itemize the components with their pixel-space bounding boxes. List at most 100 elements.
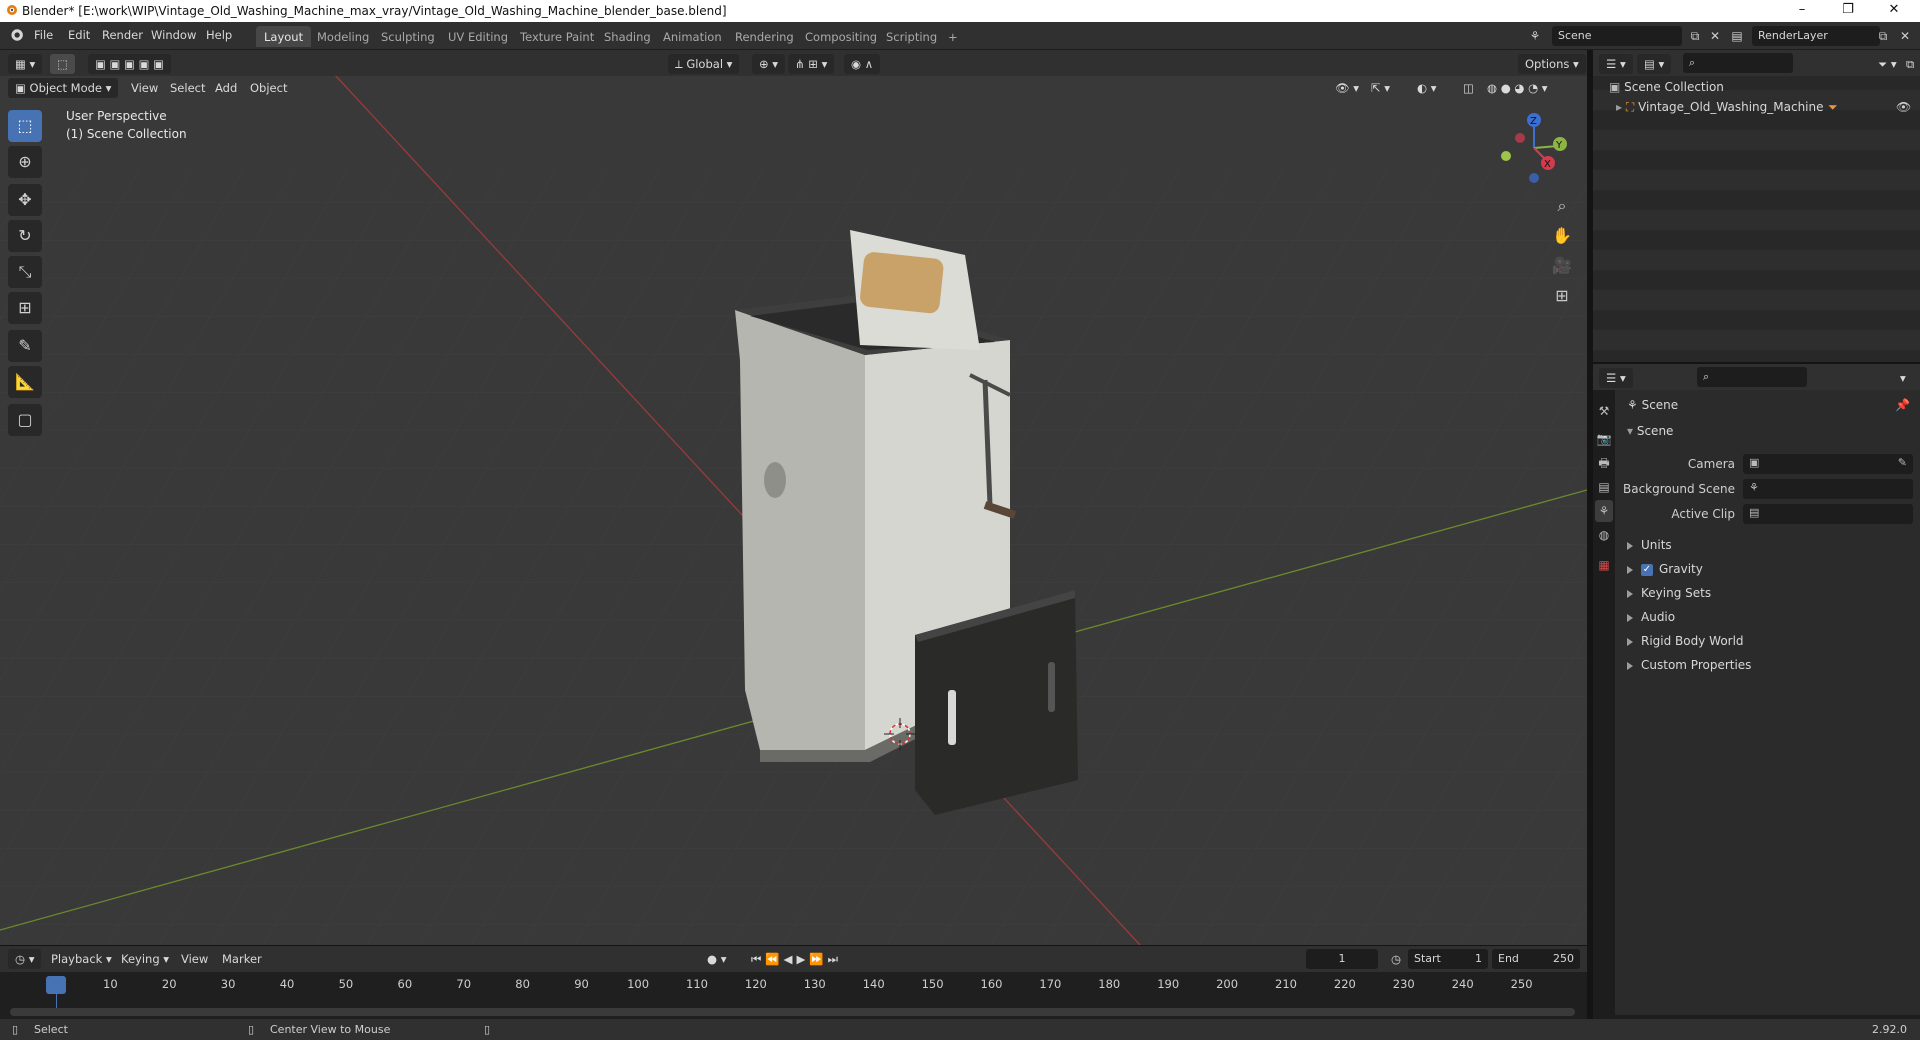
rotate-tool-icon[interactable]: ↻ <box>8 220 42 252</box>
mode-dropdown[interactable]: ▣ Object Mode ▾ <box>8 78 119 98</box>
keying-sets-section[interactable]: Keying Sets <box>1627 586 1711 600</box>
gravity-section[interactable]: ✓ Gravity <box>1627 562 1703 576</box>
timeline-editor-type-icon[interactable]: ◷ ▾ <box>8 949 42 969</box>
custom-properties-section[interactable]: Custom Properties <box>1627 658 1751 672</box>
frame-ruler[interactable]: 1102030405060708090100110120130140150160… <box>0 972 1587 994</box>
visibility-eye-icon[interactable]: 👁 <box>1896 100 1911 114</box>
menu-select[interactable]: Select <box>163 78 212 98</box>
overlays-icon[interactable]: ◐ ▾ <box>1410 78 1443 98</box>
tab-compositing[interactable]: Compositing <box>797 26 885 47</box>
outliner-root-row[interactable]: ▣ Scene Collection <box>1609 80 1724 94</box>
gravity-checkbox[interactable]: ✓ <box>1641 563 1653 576</box>
remove-scene-icon[interactable]: ✕ <box>1704 26 1726 46</box>
menu-render[interactable]: Render <box>102 28 143 42</box>
current-frame-field[interactable]: 1 <box>1306 949 1378 969</box>
tab-modeling[interactable]: Modeling <box>309 26 377 47</box>
tab-sculpting[interactable]: Sculpting <box>373 26 443 47</box>
menu-keying[interactable]: Keying ▾ <box>114 949 176 969</box>
maximize-button[interactable]: ❐ <box>1828 2 1868 20</box>
tab-layout[interactable]: Layout <box>256 26 312 47</box>
new-scene-icon[interactable]: ⧉ <box>1684 26 1706 46</box>
eyedropper-icon[interactable]: ✎ <box>1898 456 1907 469</box>
scene-tab-icon[interactable]: ⚘ <box>1595 500 1613 522</box>
tab-texture-paint[interactable]: Texture Paint <box>512 26 602 47</box>
audio-section[interactable]: Audio <box>1627 610 1675 624</box>
ortho-grid-icon[interactable]: ⊞ <box>1547 282 1577 310</box>
tab-animation[interactable]: Animation <box>655 26 730 47</box>
new-viewlayer-icon[interactable]: ⧉ <box>1872 26 1894 46</box>
outliner-search-input[interactable]: ⌕ <box>1683 53 1793 73</box>
background-scene-field[interactable]: ⚘ <box>1743 479 1913 499</box>
expand-arrow-icon[interactable]: ▸ <box>1616 100 1626 114</box>
output-tab-icon[interactable]: 🖶 <box>1595 452 1613 474</box>
editor-type-icon[interactable]: ▦ ▾ <box>8 54 43 74</box>
scale-tool-icon[interactable]: ⤡ <box>8 256 42 288</box>
remove-viewlayer-icon[interactable]: ✕ <box>1894 26 1916 46</box>
display-mode-icon[interactable]: ▤ ▾ <box>1637 54 1672 74</box>
camera-view-icon[interactable]: 🎥 <box>1547 252 1577 280</box>
outliner-editor-type-icon[interactable]: ☰ ▾ <box>1599 54 1633 74</box>
shading-modes-icon[interactable]: ◍ ● ◕ ◔ ▾ <box>1480 78 1555 98</box>
start-frame-field[interactable]: Start 1 <box>1408 949 1488 969</box>
menu-add[interactable]: Add <box>208 78 244 98</box>
new-collection-icon[interactable]: ⧉ <box>1899 54 1920 74</box>
properties-editor-type-icon[interactable]: ☰ ▾ <box>1599 368 1633 388</box>
close-button[interactable]: ✕ <box>1874 2 1914 20</box>
camera-field[interactable]: ▣ ✎ <box>1743 454 1913 474</box>
view-layer-tab-icon[interactable]: ▤ <box>1595 476 1613 498</box>
scene-field[interactable]: Scene <box>1552 26 1682 46</box>
move-tool-icon[interactable]: ✥ <box>8 184 42 216</box>
3d-viewport[interactable] <box>0 50 1587 945</box>
scene-panel-header[interactable]: ▾ Scene <box>1627 424 1673 438</box>
select-box-tool-icon[interactable]: ⬚ <box>8 110 42 142</box>
viewlayer-icon[interactable]: ▤ <box>1726 26 1748 46</box>
menu-marker[interactable]: Marker <box>215 949 269 969</box>
menu-object[interactable]: Object <box>243 78 294 98</box>
menu-file[interactable]: File <box>34 28 53 42</box>
render-tab-icon[interactable]: 📷 <box>1595 428 1613 450</box>
rigid-body-world-section[interactable]: Rigid Body World <box>1627 634 1744 648</box>
tool-tab-icon[interactable]: ⚒ <box>1595 400 1613 422</box>
tab-rendering[interactable]: Rendering <box>727 26 802 47</box>
minimize-button[interactable]: – <box>1782 2 1822 20</box>
xray-icon[interactable]: ◫ <box>1456 78 1481 98</box>
menu-timeline-view[interactable]: View <box>174 949 215 969</box>
active-clip-field[interactable]: ▤ <box>1743 504 1913 524</box>
blender-menu-icon[interactable] <box>8 27 26 45</box>
texture-tab-icon[interactable]: ▦ <box>1595 554 1613 576</box>
scene-selector-icon[interactable]: ⚘ <box>1524 26 1546 46</box>
units-section[interactable]: Units <box>1627 538 1672 552</box>
options-dropdown[interactable]: Options ▾ <box>1518 54 1586 74</box>
auto-keying-icon[interactable]: ● ▾ <box>700 949 733 969</box>
properties-search-input[interactable]: ⌕ <box>1697 367 1807 387</box>
annotate-tool-icon[interactable]: ✎ <box>8 330 42 362</box>
tab-uv-editing[interactable]: UV Editing <box>440 26 516 47</box>
end-frame-field[interactable]: End 250 <box>1492 949 1580 969</box>
menu-window[interactable]: Window <box>151 28 196 42</box>
add-cube-tool-icon[interactable]: ▢ <box>8 404 42 436</box>
properties-options-icon[interactable]: ▾ <box>1893 368 1913 388</box>
pin-icon[interactable]: 📌 <box>1895 398 1910 412</box>
playhead[interactable] <box>46 976 66 994</box>
zoom-icon[interactable]: ⌕ <box>1547 192 1577 220</box>
measure-tool-icon[interactable]: 📐 <box>8 366 42 398</box>
renderlayer-field[interactable]: RenderLayer <box>1752 26 1880 46</box>
select-box-modes-icon[interactable]: ▣ ▣ ▣ ▣ ▣ <box>88 54 171 74</box>
proportional-editing-icon[interactable]: ◉ ∧ <box>844 54 881 74</box>
tab-scripting[interactable]: Scripting <box>878 26 945 47</box>
visibility-icon[interactable]: 👁 ▾ <box>1328 78 1366 98</box>
snap-icon[interactable]: ⋔ ⊞ ▾ <box>788 54 835 74</box>
cursor-tool-icon[interactable]: ⊕ <box>8 146 42 178</box>
menu-help[interactable]: Help <box>206 28 232 42</box>
timeline-scrollbar[interactable] <box>10 1008 1575 1016</box>
outliner-item[interactable]: ▸ ⛶ Vintage_Old_Washing_Machine ⏷ 👁 <box>1616 100 1916 115</box>
select-mode-icon[interactable]: ⬚ <box>50 54 75 74</box>
pivot-point-icon[interactable]: ⊕ ▾ <box>752 54 786 74</box>
preview-range-icon[interactable]: ◷ <box>1384 949 1408 969</box>
navigation-gizmo[interactable]: Z Y X <box>1490 110 1580 190</box>
menu-view[interactable]: View <box>124 78 165 98</box>
transform-tool-icon[interactable]: ⊞ <box>8 292 42 324</box>
tab-shading[interactable]: Shading <box>596 26 659 47</box>
menu-playback[interactable]: Playback ▾ <box>44 949 119 969</box>
pan-hand-icon[interactable]: ✋ <box>1547 222 1577 250</box>
